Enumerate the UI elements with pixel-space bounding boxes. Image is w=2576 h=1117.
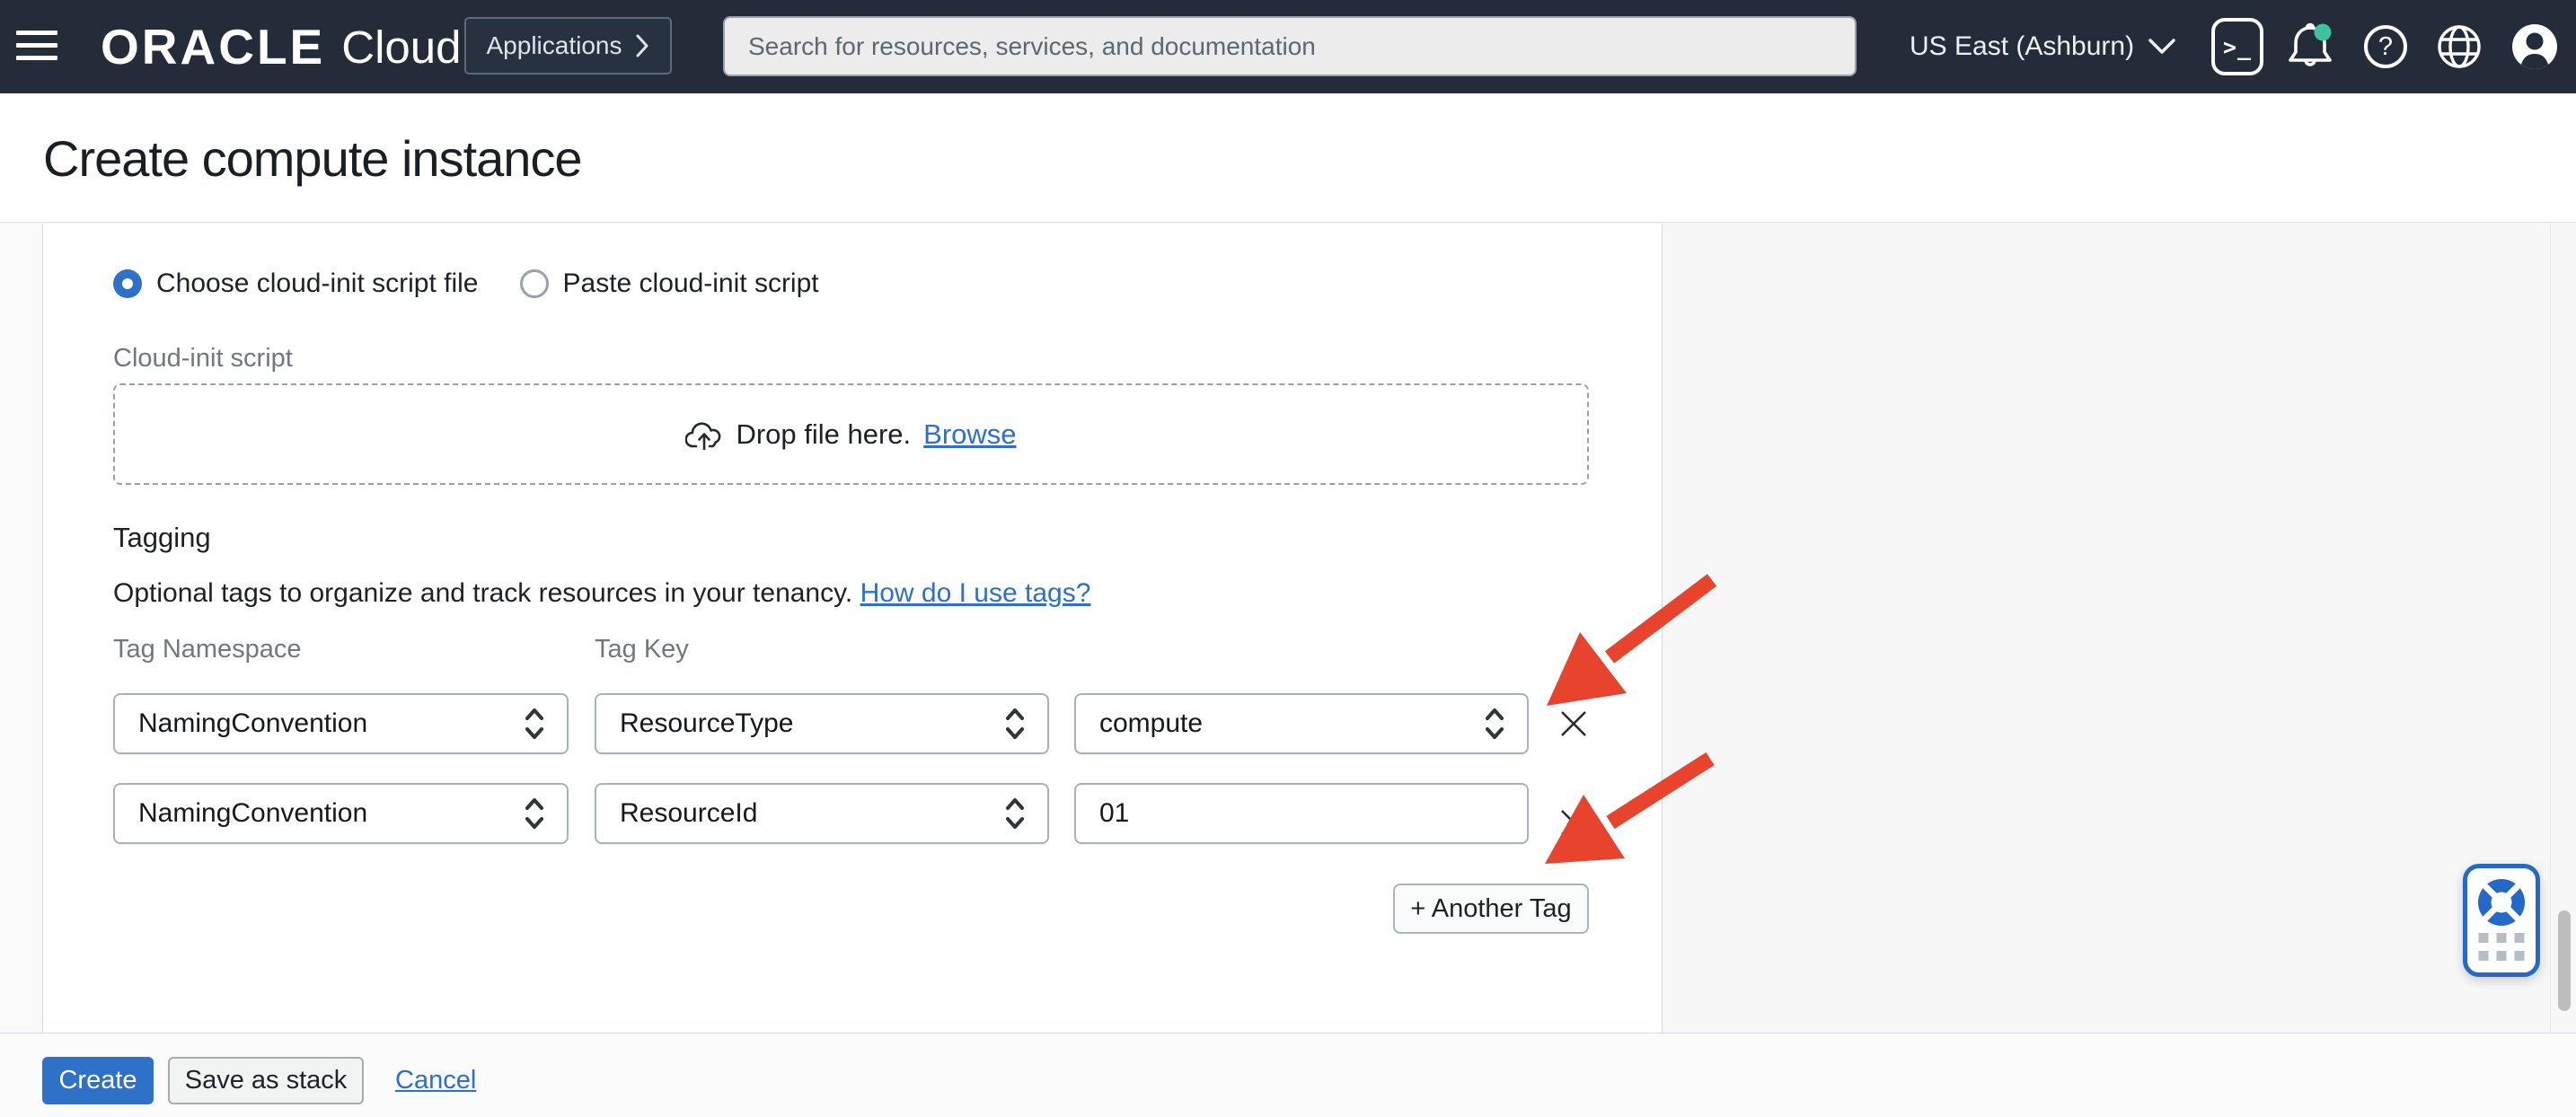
tag-key-select-row2[interactable]: ResourceId: [595, 783, 1049, 844]
create-compute-instance-page: ORACLE Cloud Applications US East (Ashbu…: [0, 0, 2576, 1117]
file-drop-zone[interactable]: Drop file here. Browse: [113, 383, 1589, 485]
select-updown-icon: [1006, 798, 1024, 829]
tag-value-select-row1[interactable]: compute: [1074, 693, 1529, 754]
scrollbar-track[interactable]: [2550, 224, 2576, 1033]
global-search: [723, 16, 1857, 76]
remove-tag-row1-button[interactable]: [1556, 706, 1592, 742]
cloud-shell-icon: >_: [2211, 18, 2263, 75]
tag-namespace-select-row2[interactable]: NamingConvention: [113, 783, 569, 844]
select-updown-icon: [525, 798, 543, 829]
applications-button[interactable]: Applications: [464, 17, 672, 75]
bell-icon: [2289, 22, 2332, 66]
chevron-down-icon: [2148, 39, 2175, 54]
lifebuoy-icon: [2478, 879, 2525, 926]
radio-unselected-icon[interactable]: [519, 269, 549, 298]
form-content-area: Choose cloud-init script file Paste clou…: [0, 224, 2576, 1033]
how-do-i-use-tags-link[interactable]: How do I use tags?: [860, 578, 1091, 608]
help-button[interactable]: ?: [2360, 0, 2411, 93]
left-gutter: [0, 224, 42, 1033]
page-header: Create compute instance: [0, 93, 2576, 223]
radio-choose-cloud-init-file[interactable]: Choose cloud-init script file: [113, 268, 479, 299]
tagging-description: Optional tags to organize and track reso…: [113, 578, 1091, 608]
search-input[interactable]: [725, 18, 1855, 75]
select-updown-icon: [1486, 708, 1504, 739]
create-button[interactable]: Create: [42, 1057, 154, 1104]
notifications-button[interactable]: [2281, 0, 2339, 93]
radio-choose-label: Choose cloud-init script file: [156, 268, 479, 298]
drag-handle-dots-icon[interactable]: [2478, 933, 2525, 961]
select-updown-icon: [1006, 708, 1024, 739]
tag-namespace-column-label: Tag Namespace: [113, 635, 302, 664]
cloud-init-script-label: Cloud-init script: [113, 344, 293, 373]
remove-tag-row2-button[interactable]: [1556, 805, 1592, 840]
cloud-init-radio-group: Choose cloud-init script file Paste clou…: [113, 268, 819, 299]
language-button[interactable]: [2434, 0, 2484, 93]
radio-paste-cloud-init[interactable]: Paste cloud-init script: [519, 268, 819, 299]
applications-label: Applications: [486, 31, 622, 59]
close-icon: [1561, 810, 1586, 835]
cancel-link[interactable]: Cancel: [395, 1057, 476, 1104]
close-icon: [1561, 711, 1586, 736]
scrollbar-thumb[interactable]: [2558, 910, 2571, 1011]
add-another-tag-button[interactable]: + Another Tag: [1393, 884, 1589, 934]
cloud-upload-icon: [685, 422, 721, 450]
radio-selected-icon[interactable]: [113, 269, 142, 298]
help-icon: ?: [2364, 25, 2407, 68]
oracle-wordmark: ORACLE: [101, 19, 326, 75]
menu-icon[interactable]: [16, 31, 57, 63]
save-as-stack-button[interactable]: Save as stack: [168, 1057, 364, 1104]
profile-button[interactable]: [2508, 0, 2562, 93]
action-footer: Create Save as stack Cancel: [0, 1033, 2576, 1117]
select-updown-icon: [525, 708, 543, 739]
drop-file-text: Drop file here.: [736, 418, 912, 450]
cloud-shell-button[interactable]: >_: [2209, 0, 2266, 93]
tag-value-field-row2: [1074, 783, 1529, 844]
cloud-wordmark: Cloud: [341, 21, 462, 73]
support-chat-widget[interactable]: [2463, 864, 2540, 977]
chevron-right-icon: [636, 34, 648, 57]
globe-icon: [2438, 25, 2481, 68]
oracle-cloud-logo[interactable]: ORACLE Cloud: [101, 0, 462, 93]
region-selector[interactable]: US East (Ashburn): [1910, 0, 2175, 93]
page-title: Create compute instance: [43, 130, 583, 187]
avatar-icon: [2512, 24, 2557, 69]
browse-link[interactable]: Browse: [923, 418, 1016, 451]
radio-paste-label: Paste cloud-init script: [562, 268, 819, 298]
tag-key-column-label: Tag Key: [595, 635, 689, 664]
region-label: US East (Ashburn): [1910, 31, 2135, 61]
tag-namespace-select-row1[interactable]: NamingConvention: [113, 693, 569, 754]
top-navigation-bar: ORACLE Cloud Applications US East (Ashbu…: [0, 0, 2576, 93]
tagging-heading: Tagging: [113, 522, 211, 553]
tag-value-input[interactable]: [1076, 785, 1527, 842]
tag-key-select-row1[interactable]: ResourceType: [595, 693, 1049, 754]
